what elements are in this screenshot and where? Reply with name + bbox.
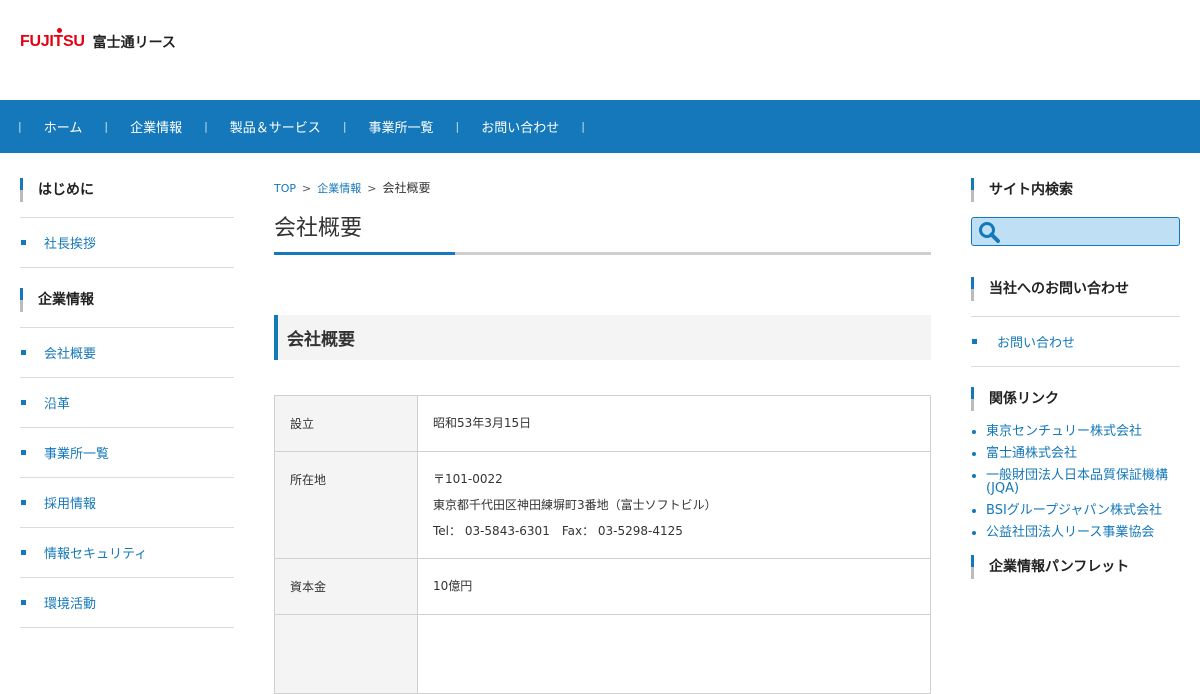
square-bullet-icon xyxy=(21,350,26,355)
company-info-table: 設立 昭和53年3月15日 所在地 〒101-0022 東京都千代田区神田練塀町… xyxy=(274,395,931,694)
square-bullet-icon xyxy=(21,450,26,455)
square-bullet-icon xyxy=(21,500,26,505)
site-search-title: サイト内検索 xyxy=(971,178,1180,202)
search-input[interactable] xyxy=(1006,220,1175,243)
row-value-capital: 10億円 xyxy=(417,558,931,615)
title-underline-accent xyxy=(274,252,455,255)
row-label-address: 所在地 xyxy=(274,451,418,559)
related-link-fujitsu[interactable]: 富士通株式会社 xyxy=(986,447,1180,460)
sidebar-list-company: 会社概要 沿革 事業所一覧 採用情報 情報セキュリティ 環境活動 xyxy=(20,327,234,628)
sidebar-item-recruit[interactable]: 採用情報 xyxy=(20,478,234,528)
site-search-box xyxy=(971,217,1180,246)
breadcrumb-current: 会社概要 xyxy=(382,181,431,195)
pamphlet-section-title: 企業情報パンフレット xyxy=(971,555,1180,579)
phone-fax: Tel： 03-5843-6301 Fax： 03-5298-4125 xyxy=(433,524,683,538)
page-title: 会社概要 xyxy=(274,216,363,241)
fujitsu-logo-mark: FUJITSU xyxy=(20,28,85,51)
search-icon[interactable] xyxy=(978,221,1002,243)
contact-link[interactable]: お問い合わせ xyxy=(971,317,1180,367)
sidebar-item-president-greeting[interactable]: 社長挨拶 xyxy=(20,218,234,268)
related-links-list: 東京センチュリー株式会社 富士通株式会社 一般財団法人日本品質保証機構(JQA)… xyxy=(971,425,1180,539)
site-header: FUJITSU 富士通リース xyxy=(0,0,1200,100)
square-bullet-icon xyxy=(972,339,977,344)
related-link-jqa[interactable]: 一般財団法人日本品質保証機構(JQA) xyxy=(986,469,1180,495)
left-sidebar: はじめに 社長挨拶 企業情報 会社概要 沿革 事業所一覧 採用情報 情報セキュリ… xyxy=(20,178,234,648)
sidebar-item-info-security[interactable]: 情報セキュリティ xyxy=(20,528,234,578)
square-bullet-icon xyxy=(21,600,26,605)
breadcrumb: TOP > 企業情報 > 会社概要 xyxy=(274,178,931,198)
row-value-address: 〒101-0022 東京都千代田区神田練塀町3番地（富士ソフトビル） Tel： … xyxy=(417,451,931,559)
breadcrumb-separator: > xyxy=(302,182,312,195)
sidebar-item-history[interactable]: 沿革 xyxy=(20,378,234,428)
related-links-title: 関係リンク xyxy=(971,387,1180,411)
sidebar-item-company-overview[interactable]: 会社概要 xyxy=(20,328,234,378)
global-nav: | ホーム | 企業情報 | 製品＆サービス | 事業所一覧 | お問い合わせ … xyxy=(0,100,1200,153)
nav-item-home[interactable]: ホーム xyxy=(22,117,105,136)
contact-section-title: 当社へのお問い合わせ xyxy=(971,277,1180,301)
right-sidebar: サイト内検索 当社へのお問い合わせ お問い合わせ 関係リンク 東京センチュリー株… xyxy=(971,178,1180,579)
company-name: 富士通リース xyxy=(92,35,176,51)
main-content: TOP > 企業情報 > 会社概要 会社概要 会社概要 設立 昭和53年3月15日 所在… xyxy=(274,178,931,694)
row-label-established: 設立 xyxy=(274,395,418,452)
contact-list: お問い合わせ xyxy=(971,316,1180,367)
related-link-leasing-association[interactable]: 公益社団法人リース事業協会 xyxy=(986,526,1180,539)
nav-item-contact[interactable]: お問い合わせ xyxy=(459,117,581,136)
row-value-established: 昭和53年3月15日 xyxy=(417,395,931,452)
nav-item-offices[interactable]: 事業所一覧 xyxy=(347,117,456,136)
sidebar-item-offices[interactable]: 事業所一覧 xyxy=(20,428,234,478)
postal-code: 〒101-0022 xyxy=(433,472,503,486)
sidebar-list-intro: 社長挨拶 xyxy=(20,217,234,268)
sidebar-item-environment[interactable]: 環境活動 xyxy=(20,578,234,628)
breadcrumb-separator: > xyxy=(367,182,377,195)
breadcrumb-company-info-link[interactable]: 企業情報 xyxy=(317,182,361,195)
square-bullet-icon xyxy=(21,550,26,555)
table-row: 資本金 10億円 xyxy=(274,558,931,615)
related-link-bsi[interactable]: BSIグループジャパン株式会社 xyxy=(986,504,1180,517)
section-heading: 会社概要 xyxy=(274,315,931,360)
nav-item-company-info[interactable]: 企業情報 xyxy=(108,117,204,136)
table-row: 所在地 〒101-0022 東京都千代田区神田練塀町3番地（富士ソフトビル） T… xyxy=(274,451,931,559)
breadcrumb-top-link[interactable]: TOP xyxy=(274,182,296,195)
square-bullet-icon xyxy=(21,240,26,245)
nav-item-products-services[interactable]: 製品＆サービス xyxy=(208,117,343,136)
row-label-capital: 資本金 xyxy=(274,558,418,615)
sidebar-section-title-intro: はじめに xyxy=(20,178,234,202)
table-row: 設立 昭和53年3月15日 xyxy=(274,395,931,452)
nav-separator: | xyxy=(581,120,585,133)
square-bullet-icon xyxy=(21,400,26,405)
site-logo[interactable]: FUJITSU 富士通リース xyxy=(20,28,176,52)
table-row xyxy=(274,614,931,694)
sidebar-section-title-company: 企業情報 xyxy=(20,288,234,312)
related-link-tokyo-century[interactable]: 東京センチュリー株式会社 xyxy=(986,425,1180,438)
street-address: 東京都千代田区神田練塀町3番地（富士ソフトビル） xyxy=(433,498,717,512)
title-underline xyxy=(274,252,931,255)
